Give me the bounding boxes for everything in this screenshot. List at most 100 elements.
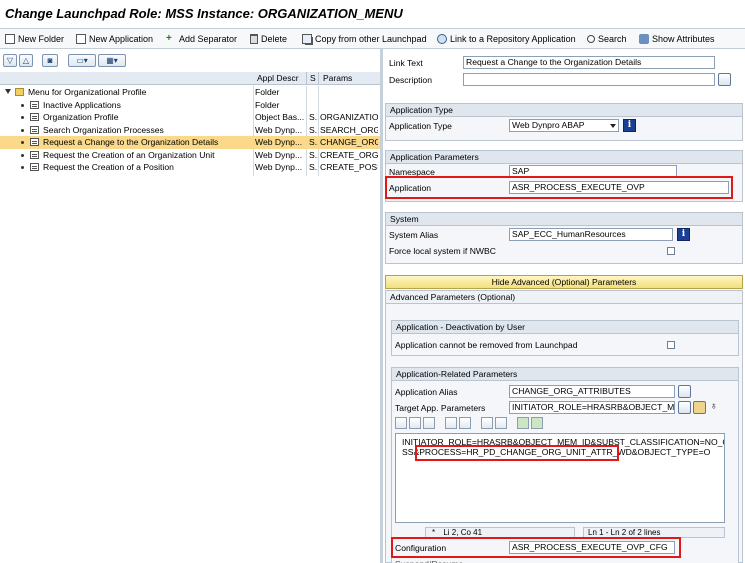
asterisk: *	[432, 528, 436, 537]
tree-row[interactable]: Search Organization Processes Web Dynp..…	[0, 124, 380, 137]
import-icon[interactable]	[517, 417, 529, 429]
find-button[interactable]: ◙	[42, 54, 58, 67]
section-header: Application Type	[386, 104, 742, 117]
document-icon	[30, 150, 39, 159]
copy-from-other-launchpad-button[interactable]: Copy from other Launchpad	[302, 32, 427, 46]
new-application-icon	[76, 34, 86, 44]
search-icon[interactable]	[481, 417, 493, 429]
column-separator	[306, 72, 307, 85]
highlight-box	[385, 176, 733, 199]
suspend-resume-label: Suspend/Resume	[395, 559, 463, 563]
description-label: Description	[389, 75, 432, 85]
column-appl-descr[interactable]: Appl Descr	[257, 73, 299, 83]
deactivation-section: Application - Deactivation by User	[391, 320, 739, 356]
tree-row-menu-folder[interactable]: Menu for Organizational Profile Folder	[0, 86, 380, 99]
application-type-dropdown[interactable]: Web Dynpro ABAP	[509, 119, 619, 132]
force-local-checkbox[interactable]	[667, 247, 675, 255]
force-local-label: Force local system if NWBC	[389, 246, 496, 256]
trash-icon	[250, 34, 258, 44]
application-alias-label: Application Alias	[395, 387, 458, 397]
main-toolbar: New Folder New Application + Add Separato…	[0, 29, 745, 49]
collapse-all-button[interactable]: △	[19, 54, 33, 67]
delete-button[interactable]: Delete	[250, 32, 287, 46]
tree-row[interactable]: Organization Profile Object Bas... S... …	[0, 111, 380, 124]
tree-row-selected[interactable]: Request a Change to the Organization Det…	[0, 136, 380, 149]
cannot-remove-checkbox[interactable]	[667, 341, 675, 349]
info-icon[interactable]: i	[623, 119, 636, 132]
section-header: Advanced Parameters (Optional)	[386, 291, 742, 304]
bullet	[21, 153, 24, 157]
tree-row[interactable]: Inactive Applications Folder	[0, 99, 380, 112]
highlight-box	[391, 537, 681, 558]
column-params[interactable]: Params	[323, 73, 352, 83]
section-header: Application-Related Parameters	[392, 368, 738, 381]
collapse-arrow-icon[interactable]	[5, 89, 11, 94]
print-icon: ▭▾	[76, 56, 88, 65]
application-alias-field[interactable]: CHANGE_ORG_ATTRIBUTES	[509, 385, 675, 398]
target-params-field[interactable]: INITIATOR_ROLE=HRASRB&OBJECT_ME...	[509, 401, 675, 414]
value-help-icon[interactable]	[693, 401, 706, 414]
section-header: Application - Deactivation by User	[392, 321, 738, 334]
pin-icon[interactable]: ♁	[710, 401, 718, 412]
attributes-icon	[639, 34, 649, 44]
cannot-remove-label: Application cannot be removed from Launc…	[395, 340, 578, 350]
highlight-box	[415, 445, 619, 461]
tree-toolbar: ▽ △ ◙ ▭▾ ▦▾	[0, 52, 380, 69]
cut-icon[interactable]	[395, 417, 407, 429]
copy-icon[interactable]	[409, 417, 421, 429]
edit-params-icon[interactable]	[678, 401, 691, 414]
edit-description-icon[interactable]	[718, 73, 731, 86]
details-pane: Link Text Request a Change to the Organi…	[383, 49, 745, 563]
search-next-icon[interactable]	[495, 417, 507, 429]
chevron-down-icon	[610, 124, 616, 128]
edit-alias-icon[interactable]	[678, 385, 691, 398]
grid-icon: ▦▾	[106, 56, 118, 65]
link-text-field[interactable]: Request a Change to the Organization Det…	[463, 56, 715, 69]
paste-icon[interactable]	[423, 417, 435, 429]
expand-all-button[interactable]: ▽	[3, 54, 17, 67]
show-attributes-button[interactable]: Show Attributes	[639, 32, 715, 46]
info-icon[interactable]: i	[677, 228, 690, 241]
link-icon	[437, 34, 447, 44]
tree-row[interactable]: Request the Creation of an Organization …	[0, 149, 380, 162]
search-button[interactable]: Search	[587, 32, 627, 46]
new-application-button[interactable]: New Application	[76, 32, 153, 46]
bullet	[21, 166, 24, 169]
document-icon	[30, 138, 39, 146]
search-icon	[587, 35, 595, 43]
description-field[interactable]	[463, 73, 715, 86]
link-text-label: Link Text	[389, 58, 423, 68]
new-folder-icon	[5, 34, 15, 44]
window-title: Change Launchpad Role: MSS Instance: ORG…	[5, 6, 403, 21]
folder-open-icon	[15, 88, 24, 96]
export-icon[interactable]	[531, 417, 543, 429]
system-alias-label: System Alias	[389, 230, 439, 240]
tree-row[interactable]: Request the Creation of a Position Web D…	[0, 161, 380, 174]
column-s[interactable]: S	[310, 73, 316, 83]
binoculars-icon: ◙	[47, 56, 53, 65]
layout-menu-button[interactable]: ▦▾	[98, 54, 126, 67]
new-folder-button[interactable]: New Folder	[5, 32, 64, 46]
section-header: Application Parameters	[386, 151, 742, 164]
system-alias-field[interactable]: SAP_ECC_HumanResources	[509, 228, 673, 241]
bullet	[21, 116, 24, 119]
copy-icon	[302, 34, 312, 44]
tree-header: Appl Descr S Params	[0, 72, 380, 85]
document-icon	[30, 163, 39, 171]
bullet	[21, 141, 24, 144]
hide-advanced-button[interactable]: Hide Advanced (Optional) Parameters	[385, 275, 743, 289]
link-repository-button[interactable]: Link to a Repository Application	[437, 32, 576, 46]
bullet	[21, 128, 24, 132]
section-header: System	[386, 213, 742, 226]
add-separator-button[interactable]: + Add Separator	[166, 32, 237, 46]
expand-all-icon: ▽	[6, 56, 14, 65]
list-icon	[30, 100, 39, 109]
application-type-label: Application Type	[389, 121, 452, 131]
redo-icon[interactable]	[459, 417, 471, 429]
print-menu-button[interactable]: ▭▾	[68, 54, 96, 67]
document-icon	[30, 125, 39, 134]
target-params-label: Target App. Parameters	[395, 403, 486, 413]
collapse-all-icon: △	[22, 56, 30, 65]
undo-icon[interactable]	[445, 417, 457, 429]
title-bar: Change Launchpad Role: MSS Instance: ORG…	[0, 0, 745, 29]
